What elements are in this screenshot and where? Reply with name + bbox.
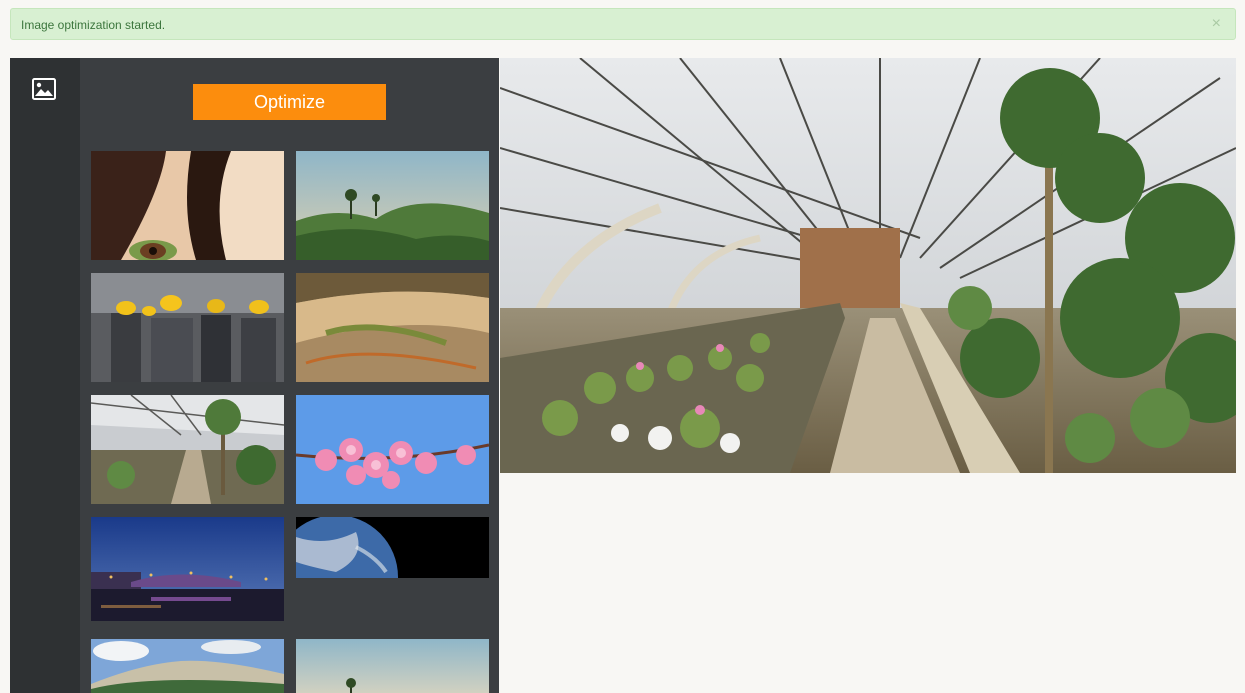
image-panel: Optimize bbox=[80, 58, 499, 693]
thumbnail-woman-eye[interactable] bbox=[91, 151, 284, 260]
optimize-button[interactable]: Optimize bbox=[193, 84, 386, 120]
thumbnail-greenhouse[interactable] bbox=[91, 395, 284, 504]
thumbnail-construction-workers[interactable] bbox=[91, 273, 284, 382]
thumbnail-aerial-landscape[interactable] bbox=[296, 273, 489, 382]
thumbnail-cliff-forest[interactable] bbox=[91, 639, 284, 693]
thumbnail-earth-from-space[interactable] bbox=[296, 517, 489, 578]
close-icon[interactable]: × bbox=[1212, 16, 1221, 32]
preview-image bbox=[500, 58, 1236, 473]
success-alert: Image optimization started. × bbox=[10, 8, 1236, 40]
thumbnail-bridge-at-night[interactable] bbox=[91, 517, 284, 621]
sidebar-rail bbox=[10, 58, 80, 693]
alert-message: Image optimization started. bbox=[21, 18, 166, 32]
thumbnail-tropical-hills[interactable] bbox=[296, 639, 489, 693]
image-icon[interactable] bbox=[32, 78, 56, 100]
thumbnail-tropical-hills[interactable] bbox=[296, 151, 489, 260]
thumbnail-cherry-blossom[interactable] bbox=[296, 395, 489, 504]
